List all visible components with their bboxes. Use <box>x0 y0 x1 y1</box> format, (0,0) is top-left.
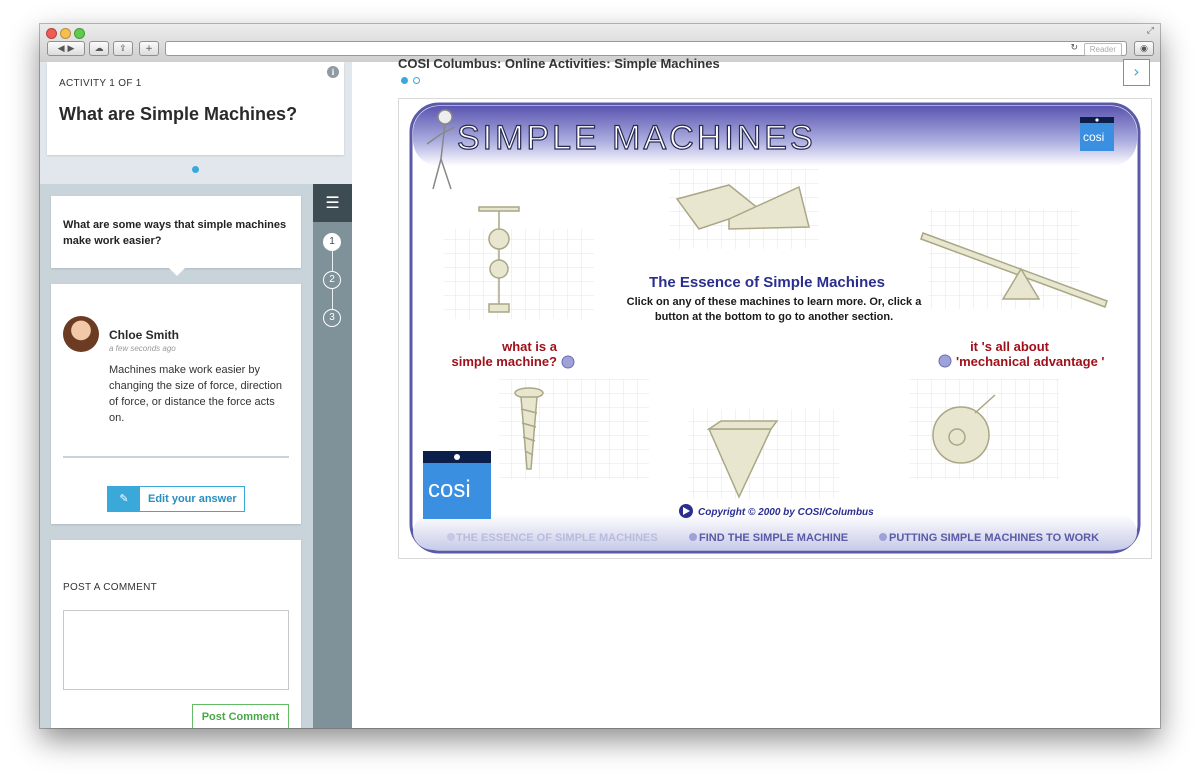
page-dot-2[interactable] <box>413 77 420 84</box>
edit-icon[interactable]: ✎ <box>108 487 140 511</box>
activity-header-card: ACTIVITY 1 OF 1 What are Simple Machines… <box>47 62 344 155</box>
author-name: Chloe Smith <box>109 328 180 342</box>
cosi-logo-small-text: cosi <box>1083 130 1104 144</box>
comment-textarea[interactable] <box>63 610 289 690</box>
back-forward-buttons[interactable]: ◀ ▶ <box>47 41 85 56</box>
back-icon[interactable]: ◀ <box>58 44 65 54</box>
post-comment-button[interactable]: Post Comment <box>192 704 289 728</box>
link-left-bullet-icon[interactable] <box>561 355 575 369</box>
zoom-window-button[interactable] <box>74 28 85 39</box>
step-3[interactable]: 3 <box>323 309 341 327</box>
downloads-button[interactable]: ◉ <box>1134 41 1154 56</box>
fullscreen-icon[interactable]: ⤢ <box>1147 26 1154 36</box>
comment-label: POST A COMMENT <box>63 582 158 593</box>
forward-icon[interactable]: ▶ <box>67 44 74 54</box>
cosi-logo-small[interactable]: cosi <box>1080 117 1114 151</box>
address-bar[interactable]: ↻ Reader <box>165 41 1127 56</box>
answer-timestamp: a few seconds ago <box>109 344 176 353</box>
info-icon[interactable]: i <box>327 66 339 78</box>
page-title: COSI Columbus: Online Activities: Simple… <box>398 56 720 71</box>
flash-nav-essence[interactable]: THE ESSENCE OF SIMPLE MACHINES <box>447 532 658 544</box>
intro-line-2: button at the bottom to go to another se… <box>655 311 893 323</box>
flash-nav-find[interactable]: FIND THE SIMPLE MACHINE <box>689 532 848 544</box>
activity-counter: ACTIVITY 1 OF 1 <box>59 78 142 89</box>
page-dot-1[interactable] <box>401 77 408 84</box>
cosi-logo-large[interactable]: cosi <box>423 451 491 519</box>
answer-card: Chloe Smith a few seconds ago Machines m… <box>51 284 301 524</box>
embedded-flash-frame: SIMPLE MACHINES cosi The Essence of Simp… <box>398 98 1152 559</box>
copyright-text: Copyright © 2000 by COSI/Columbus <box>698 507 874 518</box>
answer-text: Machines make work easier by changing th… <box>109 364 283 424</box>
share-button[interactable]: ⇪ <box>113 41 133 56</box>
step-1[interactable]: 1 <box>323 233 341 251</box>
new-tab-button[interactable]: + <box>139 41 159 56</box>
cosi-logo-large-text: cosi <box>428 476 471 503</box>
link-right-line-1[interactable]: it 's all about <box>970 339 1050 354</box>
browser-window: ⤢ ◀ ▶ ☁ ⇪ + ↻ Reader ◉ ACTIVITY 1 OF 1 W… <box>40 24 1160 728</box>
link-right-line-2[interactable]: 'mechanical advantage ' <box>956 354 1105 369</box>
minimize-window-button[interactable] <box>60 28 71 39</box>
intro-line-1: Click on any of these machines to learn … <box>627 296 923 308</box>
question-card: What are some ways that simple machines … <box>51 196 301 276</box>
reader-button[interactable]: Reader <box>1083 43 1122 56</box>
link-left-line-2[interactable]: simple machine? <box>452 354 558 369</box>
activity-page-dot[interactable] <box>192 166 199 173</box>
divider <box>63 456 289 458</box>
reload-icon[interactable]: ↻ <box>1070 43 1078 53</box>
steps-rail: ☰ 1 2 3 <box>313 184 352 728</box>
activity-title: What are Simple Machines? <box>59 104 298 124</box>
comment-card: POST A COMMENT Post Comment <box>51 540 301 728</box>
link-right-bullet-icon[interactable] <box>938 354 952 368</box>
icloud-tabs-button[interactable]: ☁ <box>89 41 109 56</box>
question-text: What are some ways that simple machines … <box>63 219 287 247</box>
avatar <box>63 316 99 352</box>
next-button[interactable]: › <box>1123 59 1150 86</box>
nav-essence-label[interactable]: THE ESSENCE OF SIMPLE MACHINES <box>456 532 658 544</box>
close-window-button[interactable] <box>46 28 57 39</box>
step-2[interactable]: 2 <box>323 271 341 289</box>
essence-heading: The Essence of Simple Machines <box>649 274 885 291</box>
edit-answer-label[interactable]: Edit your answer <box>148 487 237 511</box>
main-content: COSI Columbus: Online Activities: Simple… <box>352 56 1160 728</box>
banner-title: SIMPLE MACHINES <box>457 119 816 157</box>
edit-answer-button[interactable]: ✎ Edit your answer <box>107 486 245 512</box>
activity-sidebar: ACTIVITY 1 OF 1 What are Simple Machines… <box>40 62 352 728</box>
list-icon[interactable]: ☰ <box>313 184 352 222</box>
nav-putting-label[interactable]: PUTTING SIMPLE MACHINES TO WORK <box>889 532 1099 544</box>
nav-find-label[interactable]: FIND THE SIMPLE MACHINE <box>699 532 848 544</box>
simple-machines-flash: SIMPLE MACHINES cosi The Essence of Simp… <box>409 102 1141 554</box>
flash-nav-putting[interactable]: PUTTING SIMPLE MACHINES TO WORK <box>879 532 1099 544</box>
link-left-line-1[interactable]: what is a <box>501 339 558 354</box>
